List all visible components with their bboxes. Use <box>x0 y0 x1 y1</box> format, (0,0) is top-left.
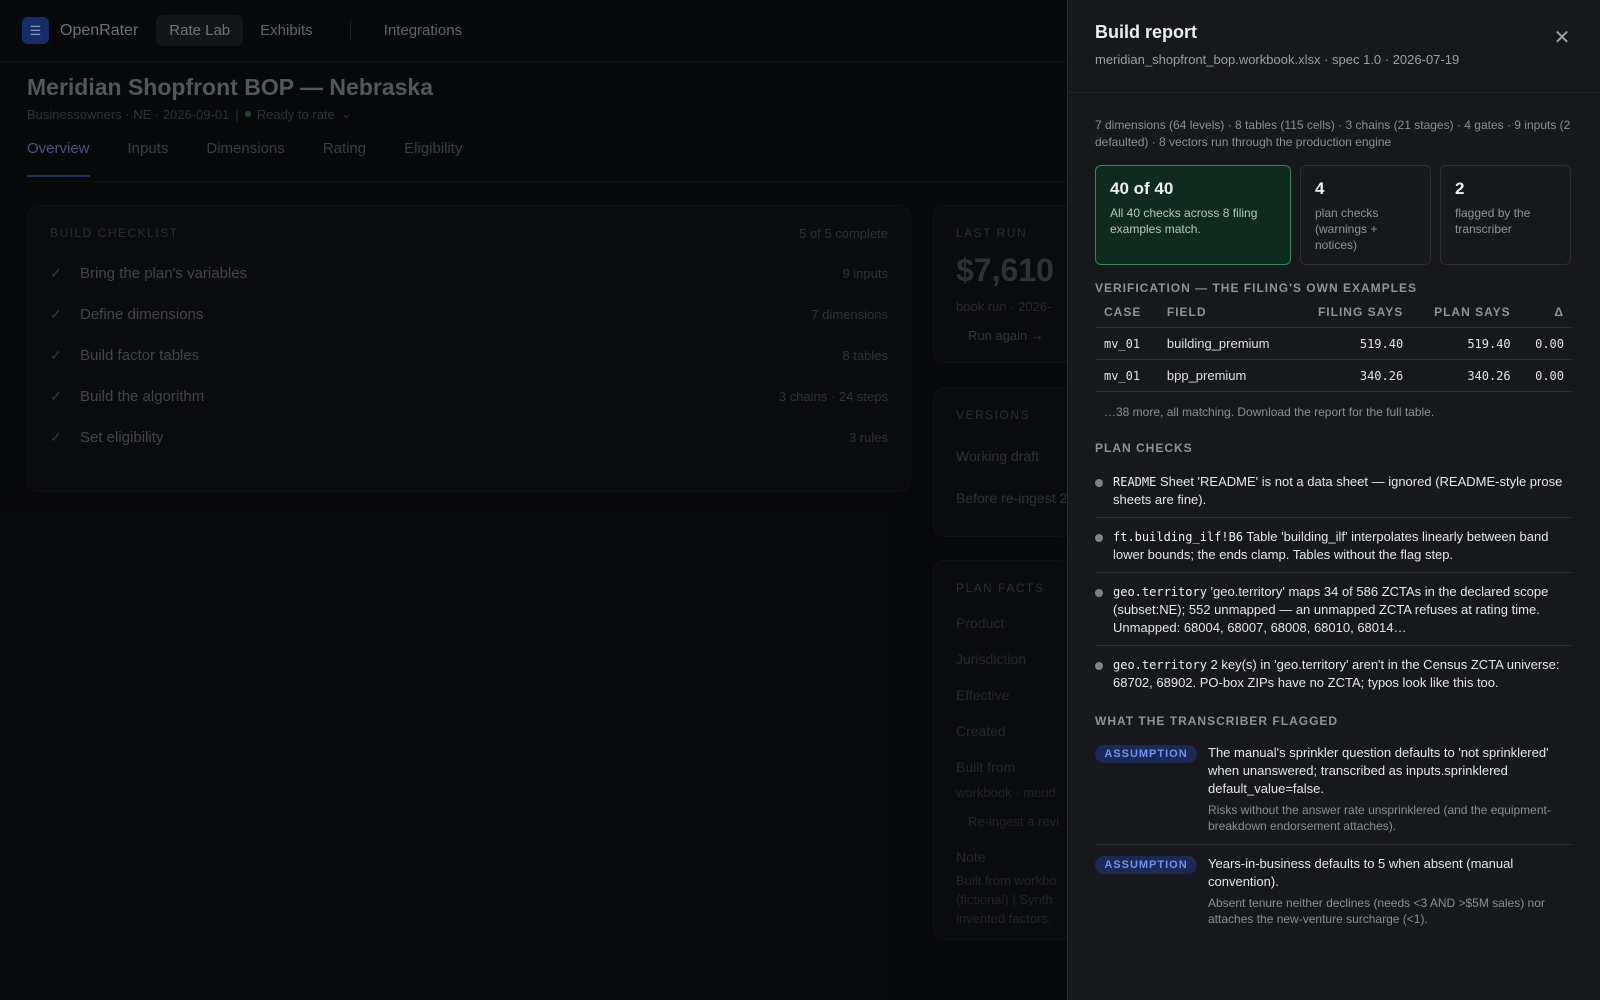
flag-item: ASSUMPTION The manual's sprinkler questi… <box>1095 744 1573 845</box>
plan-check-item: README Sheet 'README' is not a data shee… <box>1095 463 1573 518</box>
notice-dot-icon <box>1095 662 1103 670</box>
col-delta: Δ <box>1519 305 1573 328</box>
flagged-list: ASSUMPTION The manual's sprinkler questi… <box>1095 744 1573 937</box>
cell-field: bpp_premium <box>1157 359 1295 392</box>
table-row: mv_01 bpp_premium 340.26 340.26 0.00 <box>1095 359 1573 392</box>
plan-checks-heading: PLAN CHECKS <box>1095 441 1193 455</box>
verification-table: CASE FIELD FILING SAYS PLAN SAYS Δ mv_01… <box>1095 305 1573 392</box>
stat-desc: plan checks (warnings + notices) <box>1315 206 1379 252</box>
drawer-body: 7 dimensions (64 levels) · 8 tables (115… <box>1068 93 1600 937</box>
build-report-drawer: Build report meridian_shopfront_bop.work… <box>1067 0 1600 1000</box>
stats-row: 40 of 40 All 40 checks across 8 filing e… <box>1095 165 1573 265</box>
plan-check-text: Sheet 'README' is not a data sheet — ign… <box>1113 474 1563 507</box>
plan-checks-list: README Sheet 'README' is not a data shee… <box>1095 463 1573 700</box>
col-plan-says: PLAN SAYS <box>1412 305 1520 328</box>
cell-filing: 340.26 <box>1294 359 1413 392</box>
cell-delta: 0.00 <box>1519 359 1573 392</box>
stat-desc: flagged by the transcriber <box>1455 206 1531 236</box>
flag-item: ASSUMPTION Years-in-business defaults to… <box>1095 855 1573 937</box>
flagged-heading: WHAT THE TRANSCRIBER FLAGGED <box>1095 714 1339 728</box>
table-row: mv_01 building_premium 519.40 519.40 0.0… <box>1095 327 1573 360</box>
cell-delta: 0.00 <box>1519 327 1573 360</box>
more-rows-note: …38 more, all matching. Download the rep… <box>1104 405 1435 419</box>
cell-plan: 340.26 <box>1412 359 1520 392</box>
assumption-badge: ASSUMPTION <box>1095 745 1197 763</box>
plan-check-code: ft.building_ilf!B6 <box>1113 530 1244 544</box>
stat-flagged-card: 2 flagged by the transcriber <box>1440 165 1571 265</box>
drawer-header: Build report meridian_shopfront_bop.work… <box>1068 0 1600 93</box>
close-icon: ✕ <box>1553 26 1571 49</box>
stat-checks-card: 40 of 40 All 40 checks across 8 filing e… <box>1095 165 1291 265</box>
plan-check-item: geo.territory 'geo.territory' maps 34 of… <box>1095 573 1573 646</box>
close-button[interactable]: ✕ <box>1550 25 1574 49</box>
plan-check-code: geo.territory <box>1113 585 1207 599</box>
cell-filing: 519.40 <box>1294 327 1413 360</box>
notice-dot-icon <box>1095 479 1103 487</box>
stat-value: 2 <box>1455 179 1465 198</box>
flag-note: Absent tenure neither declines (needs <3… <box>1208 896 1545 926</box>
plan-check-item: ft.building_ilf!B6 Table 'building_ilf' … <box>1095 518 1573 573</box>
flag-text: The manual's sprinkler question defaults… <box>1208 745 1549 796</box>
table-header-row: CASE FIELD FILING SAYS PLAN SAYS Δ <box>1095 305 1573 328</box>
cell-case: mv_01 <box>1095 327 1158 360</box>
stat-plan-checks-card: 4 plan checks (warnings + notices) <box>1300 165 1431 265</box>
col-case: CASE <box>1095 305 1158 328</box>
stat-desc: All 40 checks across 8 filing examples m… <box>1110 206 1258 236</box>
col-field: FIELD <box>1157 305 1295 328</box>
notice-dot-icon <box>1095 534 1103 542</box>
drawer-title: Build report <box>1095 22 1197 42</box>
plan-check-item: geo.territory 2 key(s) in 'geo.territory… <box>1095 646 1573 700</box>
plan-check-code: geo.territory <box>1113 658 1207 672</box>
stat-value: 40 of 40 <box>1110 179 1174 198</box>
flag-text: Years-in-business defaults to 5 when abs… <box>1208 856 1514 889</box>
build-summary: 7 dimensions (64 levels) · 8 tables (115… <box>1095 118 1571 149</box>
flag-note: Risks without the answer rate unsprinkle… <box>1208 803 1551 833</box>
verification-heading: VERIFICATION — THE FILING'S OWN EXAMPLES <box>1095 281 1417 295</box>
plan-check-code: README <box>1113 475 1157 489</box>
cell-case: mv_01 <box>1095 359 1158 392</box>
col-filing-says: FILING SAYS <box>1294 305 1413 328</box>
drawer-subtitle: meridian_shopfront_bop.workbook.xlsx · s… <box>1095 52 1460 67</box>
stat-value: 4 <box>1315 179 1325 198</box>
notice-dot-icon <box>1095 589 1103 597</box>
assumption-badge: ASSUMPTION <box>1095 856 1197 874</box>
cell-plan: 519.40 <box>1412 327 1520 360</box>
cell-field: building_premium <box>1157 327 1295 360</box>
